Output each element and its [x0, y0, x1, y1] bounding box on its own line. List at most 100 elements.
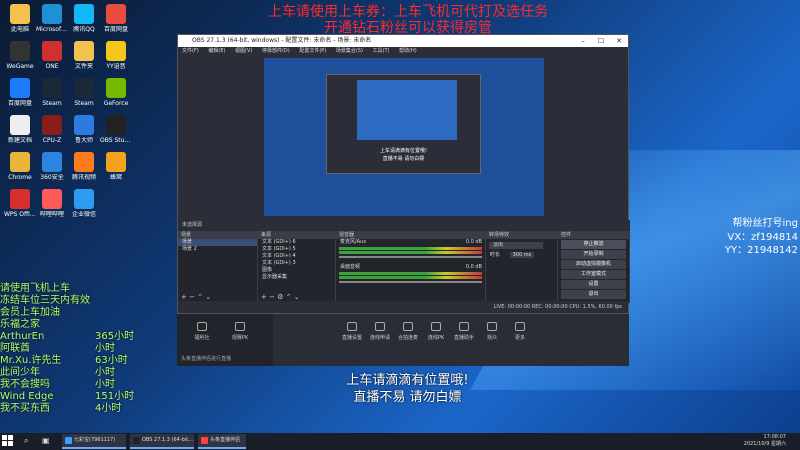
scene-item[interactable]: 场景 — [178, 239, 257, 246]
taskbar-app-icon — [65, 437, 72, 444]
menu-tools[interactable]: 工具(T) — [373, 48, 390, 54]
app-icon — [10, 189, 30, 209]
companion-tool-button[interactable]: 观众 — [477, 322, 507, 341]
settings-button[interactable]: 设置 — [561, 280, 626, 289]
close-icon[interactable]: ✕ — [610, 35, 628, 47]
stop-streaming-button[interactable]: 停止推流 — [561, 240, 626, 249]
studio-mode-button[interactable]: 工作室模式 — [561, 270, 626, 279]
minimize-icon[interactable]: – — [574, 35, 592, 47]
companion-tool-button[interactable]: 更多 — [505, 322, 535, 341]
nested-obs-preview: 上车请滴滴有位置哦! 直播不易 请勿白嫖 — [326, 74, 481, 174]
menu-profile[interactable]: 配置文件(P) — [299, 48, 326, 54]
source-item[interactable]: 显示器采集 — [258, 274, 335, 281]
tool-icon — [515, 322, 525, 331]
desktop-icon[interactable]: 百度网盘 — [4, 78, 36, 107]
companion-tool-button[interactable]: 连线PK — [421, 322, 451, 341]
scene-item[interactable]: 场景 2 — [178, 246, 257, 253]
companion-tool-button[interactable]: 连线申请 — [365, 322, 395, 341]
desktop-icon[interactable]: Microsoft Edge — [36, 4, 68, 33]
tool-label: 直播助手 — [453, 335, 474, 341]
menu-file[interactable]: 文件(F) — [182, 48, 199, 54]
menu-edit[interactable]: 编辑(E) — [208, 48, 225, 54]
desktop-icon[interactable]: 360安全 — [36, 152, 68, 181]
menu-view[interactable]: 视图(V) — [235, 48, 252, 54]
desktop-icon[interactable]: 新建文档 — [4, 115, 36, 144]
desktop-icon[interactable]: 蜂窝 — [100, 152, 132, 181]
start-recording-button[interactable]: 开始录制 — [561, 250, 626, 259]
transition-duration[interactable]: 时长 300 ms — [486, 252, 557, 259]
companion-tool-button[interactable]: 观赛PK — [225, 322, 255, 341]
desktop-icon[interactable]: 哔哩哔哩 — [36, 189, 68, 218]
system-clock[interactable]: 17:08:07 2021/10/9 星期六 — [744, 433, 786, 448]
tool-label: 福利社 — [194, 335, 210, 341]
volume-slider[interactable] — [339, 281, 482, 283]
companion-tool-button[interactable]: 直播设置 — [337, 322, 367, 341]
desktop-icon[interactable]: 鲁大师 — [68, 115, 100, 144]
source-item[interactable]: 文本 (GDI+) 3 — [258, 260, 335, 267]
desktop-icon-label: WeGame — [6, 63, 34, 70]
desktop-icon[interactable]: 百度网盘 — [100, 4, 132, 33]
tool-icon — [403, 322, 413, 331]
volume-slider[interactable] — [339, 256, 482, 258]
taskbar-app-button[interactable]: 七彩宝(7961117) — [62, 434, 126, 449]
scene-add-icon[interactable]: + − ⌃ ⌄ — [181, 293, 211, 301]
transition-select[interactable]: 淡出 — [489, 242, 543, 249]
taskbar-app-button[interactable]: OBS 27.1.3 (64-bit... — [130, 434, 194, 449]
chat-user: 阿联酋 — [0, 343, 30, 354]
desktop-icon[interactable]: 文件夹 — [68, 41, 100, 70]
desktop-icon-label: 企业微信 — [71, 211, 96, 218]
chat-line: ArthurEn 365小时 — [0, 331, 140, 343]
search-icon[interactable]: ⌕ — [24, 436, 28, 446]
desktop-icon[interactable]: 腾讯QQ — [68, 4, 100, 33]
chat-value: 小时 — [95, 379, 115, 390]
desktop-icon[interactable]: Chrome — [4, 152, 36, 181]
task-view-icon[interactable]: ▣ — [42, 436, 50, 445]
maximize-icon[interactable]: ☐ — [592, 35, 610, 47]
desktop-icon[interactable]: ONE — [36, 41, 68, 70]
menu-docks[interactable]: 停靠部件(D) — [262, 48, 290, 54]
desktop-icon[interactable]: 此电脑 — [4, 4, 36, 33]
chat-line: 我不会搜吗 小时 — [0, 379, 140, 391]
virtual-camera-button[interactable]: 启动虚拟摄像机 — [561, 260, 626, 269]
mixer-channel-name: 桌面音频 0.0 dB — [340, 264, 482, 270]
desktop-icon[interactable]: 腾讯视频 — [68, 152, 100, 181]
desktop-icon[interactable]: CPU-Z — [36, 115, 68, 144]
obs-preview[interactable]: 上车请滴滴有位置哦! 直播不易 请勿白嫖 — [264, 58, 544, 216]
tool-label: 连线申请 — [369, 335, 390, 341]
desktop-icon[interactable]: WPS Office — [4, 189, 36, 218]
chat-value: 63小时 — [95, 355, 128, 366]
app-icon — [74, 152, 94, 172]
chat-user: 乐福之家 — [0, 319, 40, 330]
desktop-icon[interactable]: YY语音 — [100, 41, 132, 70]
clock-date: 2021/10/9 星期六 — [743, 441, 786, 447]
desktop-icon[interactable]: GeForce — [100, 78, 132, 107]
desktop-icon-label: ONE — [45, 63, 59, 70]
companion-toolbar: 福利社 观赛PK 直播设置 连线申请 合拍连麦 连线PK 直播助手 观众 更多 头条直播伴侣进行… — [177, 314, 629, 366]
desktop-icon[interactable]: Steam — [36, 78, 68, 107]
windows-start-icon[interactable] — [2, 435, 14, 447]
companion-tool-button[interactable]: 福利社 — [187, 322, 217, 341]
desktop-icon[interactable]: WeGame — [4, 41, 36, 70]
desktop-icon-label: OBS Studio — [100, 137, 132, 144]
source-item[interactable]: 图像 — [258, 267, 335, 274]
companion-tool-button[interactable]: 直播助手 — [449, 322, 479, 341]
chat-user: ArthurEn — [0, 331, 45, 342]
companion-tool-button[interactable]: 合拍连麦 — [393, 322, 423, 341]
desktop-icon[interactable]: Steam — [68, 78, 100, 107]
chat-line: 请使用飞机上车 — [0, 283, 140, 295]
source-item[interactable]: 文本 (GDI+) 5 — [258, 246, 335, 253]
menu-help[interactable]: 帮助(H) — [399, 48, 417, 54]
source-item[interactable]: 文本 (GDI+) 6 — [258, 239, 335, 246]
exit-button[interactable]: 退出 — [561, 290, 626, 299]
taskbar-app-button[interactable]: 头条直播伴侣 — [198, 434, 246, 449]
obs-title: OBS 27.1.3 (64-bit, windows) - 配置文件: 未命名… — [192, 37, 372, 44]
chat-user: Mr.Xu.许先生 — [0, 355, 62, 366]
chat-overlay: 请使用飞机上车 冻结车位三天内有效 会员上车加油 乐福之家 ArthurEn 365小时阿… — [0, 283, 140, 415]
taskbar-app-icon — [133, 437, 140, 444]
source-add-icon[interactable]: + − ⚙ ⌃ ⌄ — [261, 293, 300, 301]
desktop-icon[interactable]: OBS Studio — [100, 115, 132, 144]
desktop-icon[interactable]: 企业微信 — [68, 189, 100, 218]
menu-scene-collection[interactable]: 场景集合(S) — [336, 48, 363, 54]
source-item[interactable]: 文本 (GDI+) 4 — [258, 253, 335, 260]
tool-label: 直播设置 — [341, 335, 362, 341]
